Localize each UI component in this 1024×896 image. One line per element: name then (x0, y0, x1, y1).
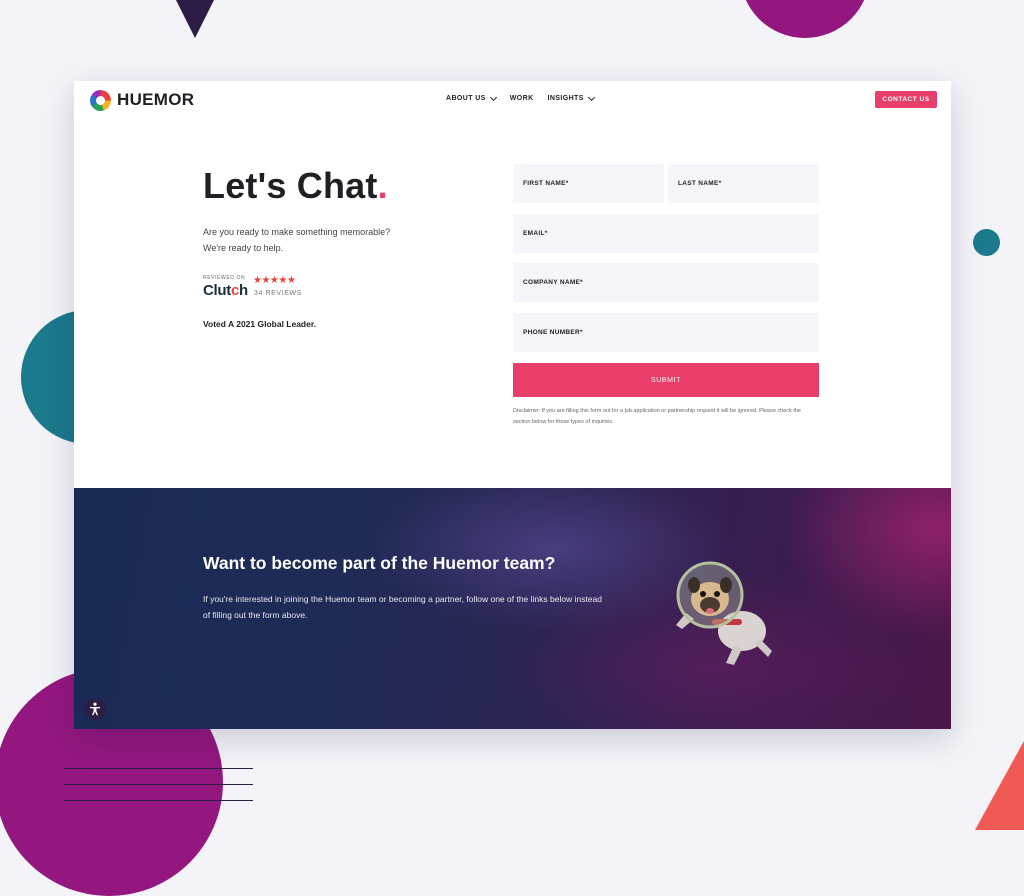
last-name-field[interactable]: LAST NAME* (668, 164, 819, 203)
logo-text: HUEMOR (117, 90, 195, 109)
disclaimer-text: Disclaimer: If you are filling this form… (513, 408, 801, 425)
careers-banner: Want to become part of the Huemor team? … (74, 488, 951, 729)
intro-text: Are you ready to make something memorabl… (203, 224, 390, 256)
phone-number-field[interactable]: PHONE NUMBER* (513, 313, 819, 352)
page-title-dot: . (377, 165, 388, 206)
company-name-field[interactable]: COMPANY NAME* (513, 263, 819, 302)
chevron-down-icon (489, 93, 497, 101)
page-title-text: Let's Chat (203, 165, 378, 206)
chevron-down-icon (587, 93, 595, 101)
email-field[interactable]: EMAIL* (513, 214, 819, 253)
decor-dot-teal (973, 229, 1000, 256)
decor-triangle-bottom (975, 730, 1024, 830)
clutch-badge[interactable]: REVIEWED ON Clutch ★★★★★ 34 REVIEWS (203, 275, 301, 299)
clutch-review-count: 34 REVIEWS (254, 290, 303, 297)
astronaut-pug-icon (676, 561, 772, 665)
banner-text: If you're interested in joining the Huem… (203, 594, 602, 620)
rating-stars-icon: ★★★★★ (253, 275, 296, 286)
voted-text: Voted A 2021 Global Leader. (203, 319, 317, 329)
main-nav: ABOUT US WORK INSIGHTS (446, 93, 595, 102)
banner-title: Want to become part of the Huemor team? (203, 553, 556, 573)
accessibility-icon (90, 702, 100, 716)
decor-circle-top (740, 0, 870, 38)
page-title: Let's Chat. (203, 165, 388, 207)
decor-lines (64, 768, 253, 816)
nav-item-label: ABOUT US (446, 95, 486, 102)
submit-button[interactable]: SUBMIT (513, 363, 819, 397)
nav-item-label: WORK (509, 95, 534, 102)
browser-page: HUEMOR ABOUT US WORK INSIGHTS CONTACT US… (74, 81, 951, 729)
contact-us-button[interactable]: CONTACT US (875, 91, 937, 108)
nav-item-work[interactable]: WORK (510, 95, 534, 102)
clutch-reviewed-on: REVIEWED ON (203, 275, 246, 281)
clutch-logo: Clutch (203, 282, 248, 299)
accessibility-button[interactable] (84, 698, 106, 720)
logo[interactable]: HUEMOR (90, 88, 194, 112)
intro-line-2: We're ready to help. (203, 243, 284, 253)
intro-line-1: Are you ready to make something memorabl… (203, 227, 391, 237)
logo-mark-icon (90, 89, 111, 111)
nav-item-label: INSIGHTS (547, 95, 584, 102)
first-name-field[interactable]: FIRST NAME* (513, 164, 664, 203)
nav-item-about[interactable]: ABOUT US (446, 93, 497, 102)
decor-triangle-top (176, 0, 214, 38)
nav-item-insights[interactable]: INSIGHTS (547, 93, 595, 102)
